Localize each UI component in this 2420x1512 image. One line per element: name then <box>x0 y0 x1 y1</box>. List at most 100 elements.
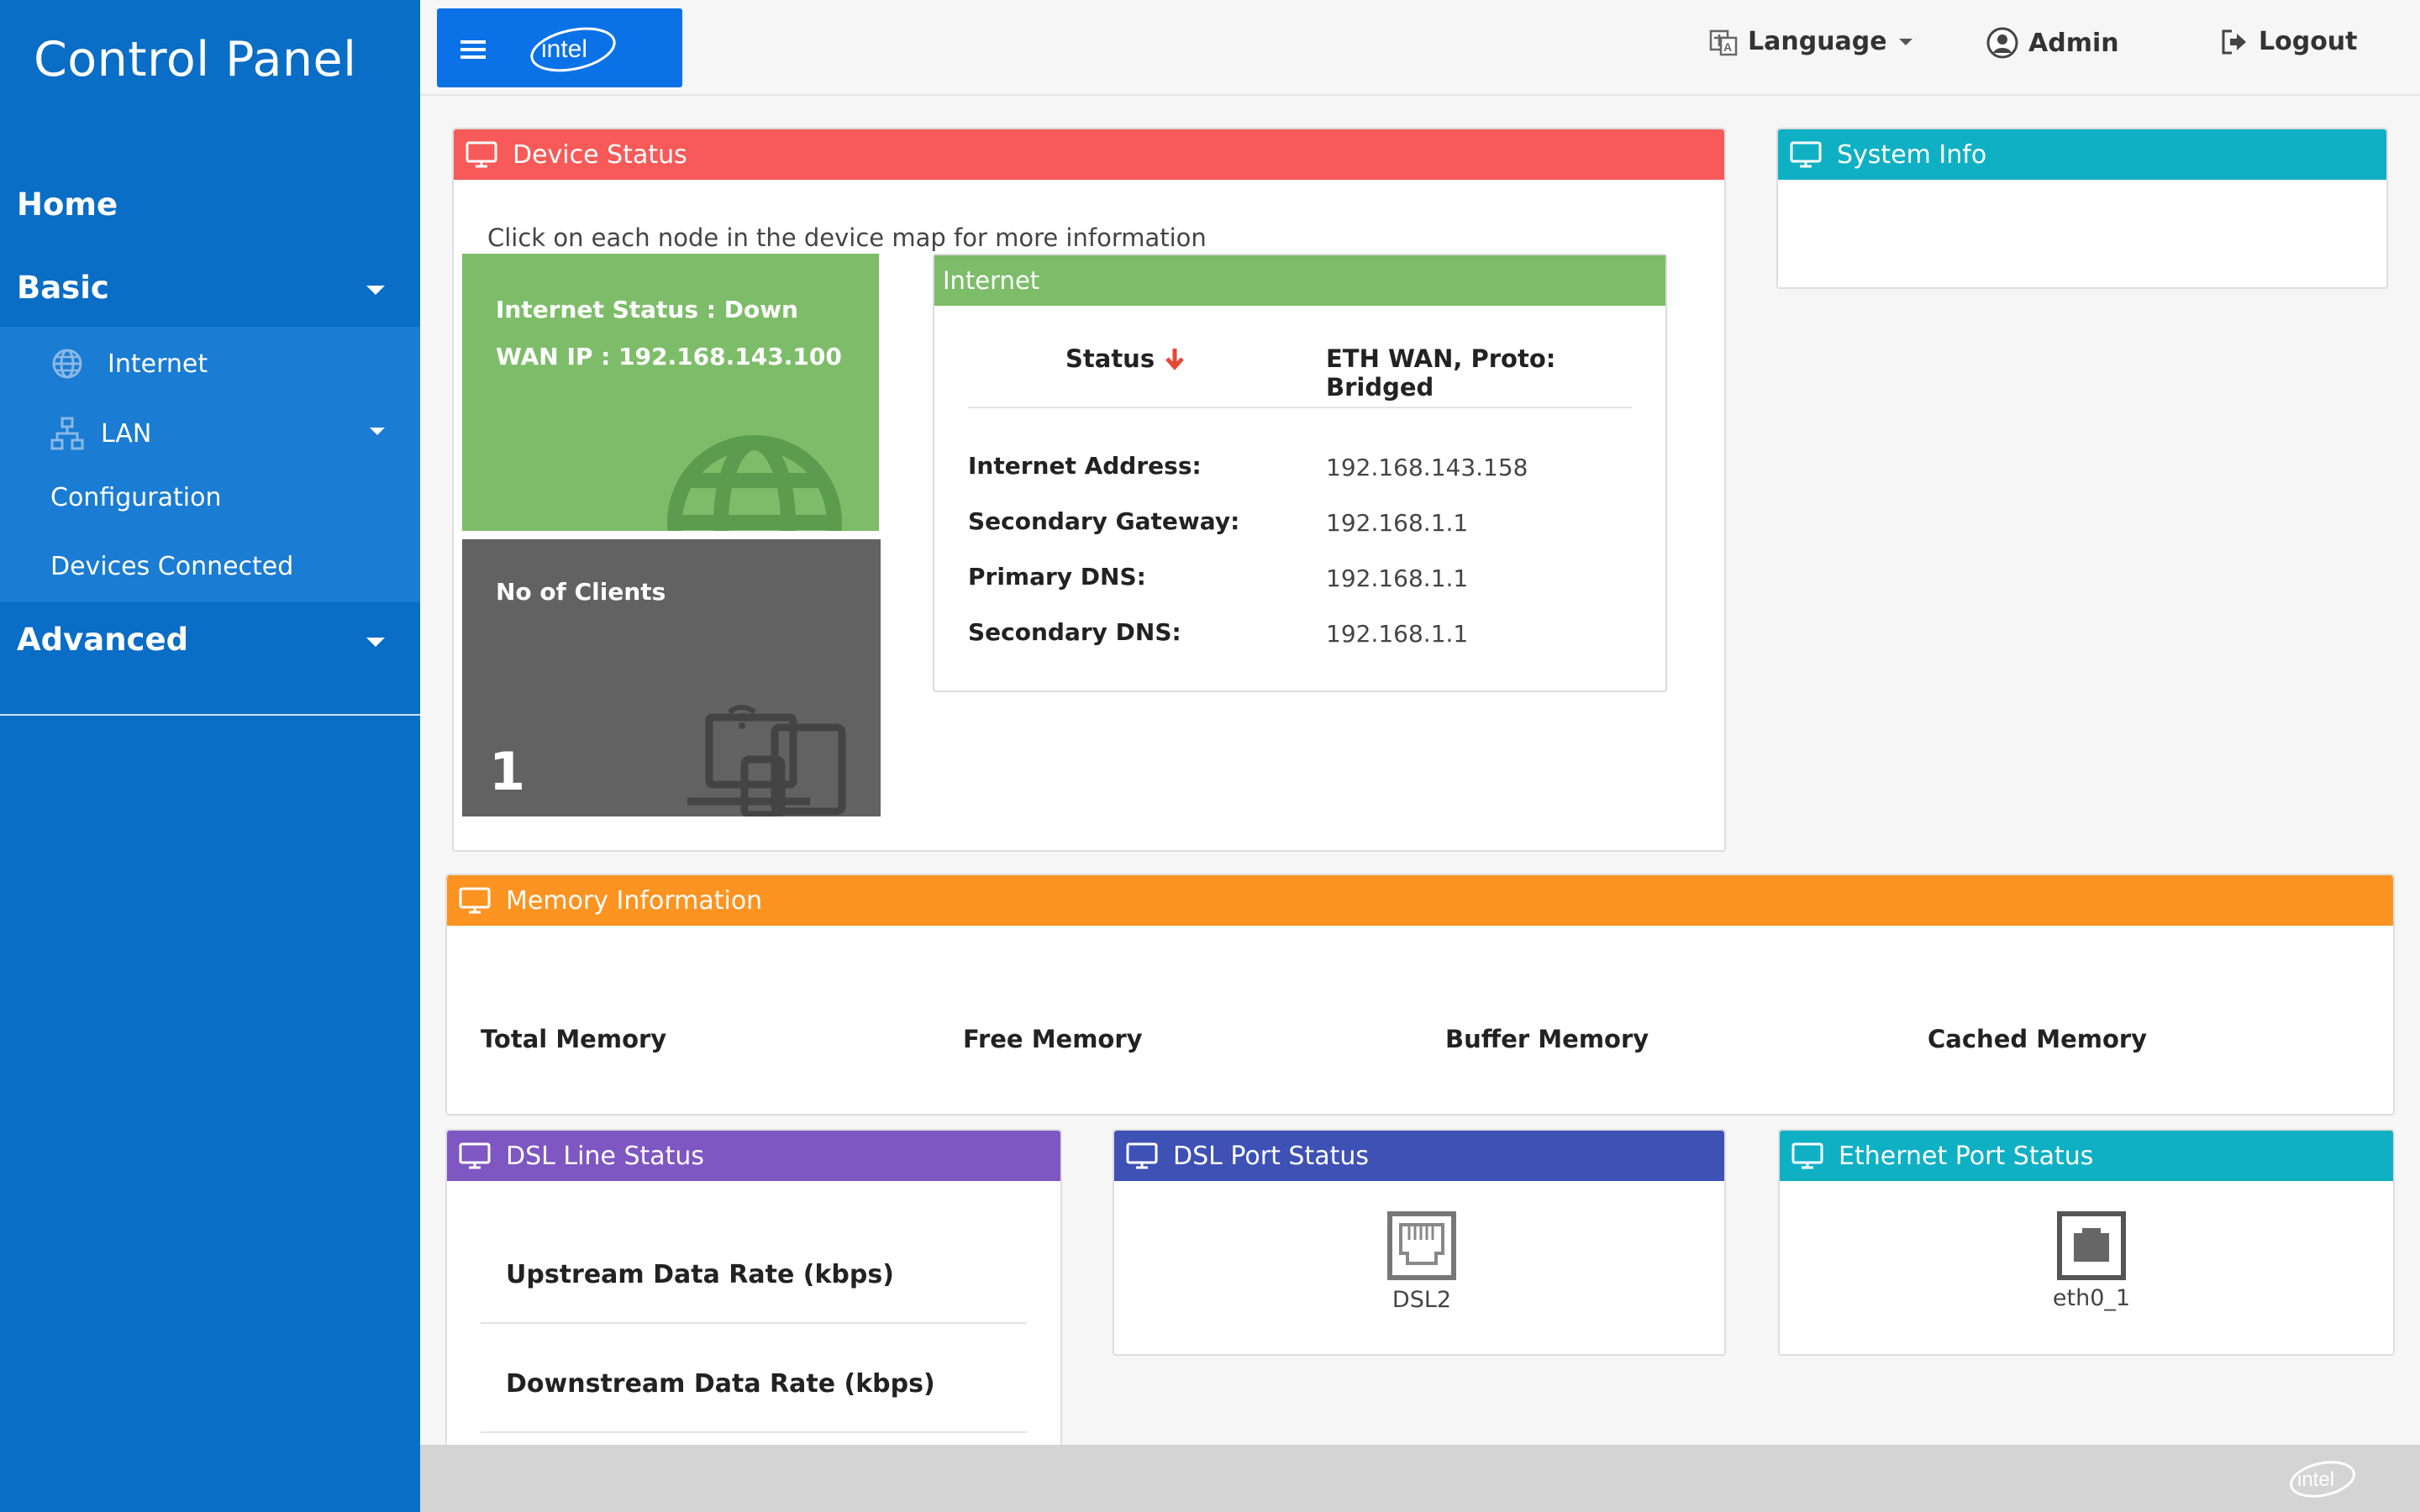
internet-address-label: Internet Address: <box>968 452 1202 480</box>
monitor-icon <box>466 141 497 168</box>
network-icon <box>50 417 84 450</box>
globe-icon <box>667 435 842 531</box>
ethernet-port-title: Ethernet Port Status <box>1839 1141 2094 1171</box>
memory-panel: Memory Information Total Memory Free Mem… <box>445 874 2395 1116</box>
system-info-title: System Info <box>1837 139 1987 170</box>
secondary-gateway-label: Secondary Gateway: <box>968 507 1240 535</box>
clients-node-tile[interactable]: No of Clients 1 <box>462 539 881 816</box>
sidebar-divider <box>0 714 420 716</box>
devices-icon <box>687 705 846 816</box>
sidebar: Control Panel Home Basic Internet LAN Co… <box>0 0 420 1512</box>
downstream-rate-label: Downstream Data Rate (kbps) <box>506 1369 935 1399</box>
logout-button[interactable]: Logout <box>2220 27 2358 56</box>
eth0-1-port[interactable]: eth0_1 <box>2037 1211 2146 1311</box>
nav-basic-label: Basic <box>17 270 109 306</box>
hamburger-icon <box>460 40 486 59</box>
device-status-title: Device Status <box>513 139 687 170</box>
intel-logo: intel <box>2290 1461 2355 1498</box>
dsl-line-title: DSL Line Status <box>506 1141 705 1171</box>
internet-status-text: Internet Status : Down <box>496 296 798 323</box>
rj45-port-icon <box>2057 1211 2126 1280</box>
free-memory-label: Free Memory <box>963 1025 1143 1053</box>
primary-dns-value: 192.168.1.1 <box>1326 564 1469 592</box>
upstream-rate-label: Upstream Data Rate (kbps) <box>506 1260 894 1289</box>
clients-count: 1 <box>489 741 526 802</box>
nav-internet[interactable]: Internet <box>50 347 208 381</box>
dsl2-port[interactable]: DSL2 <box>1380 1211 1464 1313</box>
rj11-port-icon <box>1387 1211 1456 1280</box>
intel-logo: intel <box>530 27 616 72</box>
nav-lan[interactable]: LAN <box>50 417 151 450</box>
internet-status-row: Status <box>1065 344 1185 373</box>
dsl-divider <box>481 1322 1027 1324</box>
wan-ip-text: WAN IP : 192.168.143.100 <box>496 343 842 370</box>
chevron-down-icon <box>366 638 385 647</box>
dsl-line-panel: DSL Line Status Upstream Data Rate (kbps… <box>445 1129 1062 1448</box>
internet-divider <box>968 407 1632 408</box>
admin-label: Admin <box>2028 28 2119 58</box>
svg-text:intel: intel <box>541 35 587 63</box>
internet-status-value: ETH WAN, Proto: Bridged <box>1326 344 1556 402</box>
arrow-down-icon <box>1165 349 1184 370</box>
logout-icon <box>2222 29 2246 54</box>
dsl2-label: DSL2 <box>1392 1287 1452 1313</box>
system-info-panel: System Info <box>1776 128 2388 289</box>
dsl-port-header: DSL Port Status <box>1114 1131 1724 1181</box>
footer: intel <box>420 1445 2420 1512</box>
secondary-gateway-value: 192.168.1.1 <box>1326 509 1469 537</box>
chevron-down-icon <box>1898 38 1912 45</box>
device-map-hint: Click on each node in the device map for… <box>487 223 1207 252</box>
dsl-line-header: DSL Line Status <box>447 1131 1060 1181</box>
monitor-icon <box>1790 141 1822 168</box>
internet-status-label: Status <box>1065 344 1155 373</box>
monitor-icon <box>1791 1142 1823 1169</box>
clients-label: No of Clients <box>496 578 666 606</box>
logout-label: Logout <box>2259 27 2358 56</box>
brand-title: Control Panel <box>34 32 357 87</box>
dsl-port-panel: DSL Port Status DSL2 <box>1113 1129 1726 1356</box>
language-label: Language <box>1748 27 1887 56</box>
chevron-down-icon <box>366 286 385 295</box>
buffer-memory-label: Buffer Memory <box>1445 1025 1649 1053</box>
device-status-panel: Device Status Click on each node in the … <box>452 128 1726 852</box>
memory-header: Memory Information <box>447 875 2393 926</box>
ethernet-port-panel: Ethernet Port Status eth0_1 <box>1778 1129 2395 1356</box>
system-info-header: System Info <box>1778 129 2386 180</box>
internet-address-value: 192.168.143.158 <box>1326 454 1528 481</box>
eth0-1-label: eth0_1 <box>2052 1285 2131 1311</box>
basic-submenu: Internet LAN Configuration Devices Conne… <box>0 327 420 602</box>
nav-devices-connected[interactable]: Devices Connected <box>50 552 293 581</box>
language-menu[interactable]: A Language <box>1709 27 1912 56</box>
secondary-dns-value: 192.168.1.1 <box>1326 620 1469 648</box>
memory-title: Memory Information <box>506 885 763 916</box>
monitor-icon <box>1126 1142 1158 1169</box>
chevron-down-icon <box>370 428 385 435</box>
svg-text:intel: intel <box>2297 1468 2334 1491</box>
nav-basic[interactable]: Basic <box>0 256 420 323</box>
nav-advanced[interactable]: Advanced <box>0 606 420 674</box>
dsl-divider <box>481 1431 1027 1433</box>
internet-info-panel: Internet Status ETH WAN, Proto: Bridged … <box>933 254 1667 692</box>
ethernet-port-header: Ethernet Port Status <box>1780 1131 2393 1181</box>
secondary-dns-label: Secondary DNS: <box>968 618 1181 646</box>
nav-lan-label: LAN <box>101 418 152 449</box>
nav-internet-label: Internet <box>108 349 208 379</box>
dsl-port-title: DSL Port Status <box>1173 1141 1369 1171</box>
internet-node-tile[interactable]: Internet Status : Down WAN IP : 192.168.… <box>462 254 879 531</box>
device-status-header: Device Status <box>454 129 1724 180</box>
nav-configuration[interactable]: Configuration <box>50 483 221 512</box>
svg-text:A: A <box>1723 40 1732 54</box>
primary-dns-label: Primary DNS: <box>968 563 1146 591</box>
nav-advanced-label: Advanced <box>17 622 189 658</box>
cached-memory-label: Cached Memory <box>1928 1025 2148 1053</box>
user-icon <box>1986 27 2018 59</box>
monitor-icon <box>459 1142 491 1169</box>
topbar: intel A Language Admin Logout <box>420 0 2420 96</box>
nav-home[interactable]: Home <box>17 186 118 223</box>
admin-menu[interactable]: Admin <box>1986 27 2119 59</box>
language-icon: A <box>1709 29 1738 55</box>
menu-toggle-button[interactable]: intel <box>437 8 682 87</box>
monitor-icon <box>459 887 491 914</box>
internet-info-title: Internet <box>934 255 1665 306</box>
globe-icon <box>52 349 82 379</box>
